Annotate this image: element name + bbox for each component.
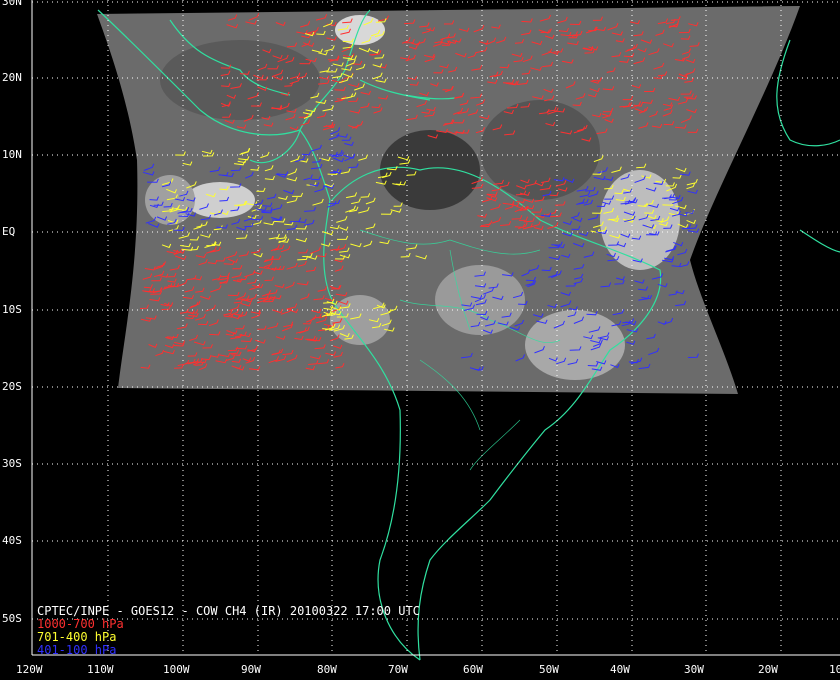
lon-label-20w: 20W xyxy=(758,663,778,676)
lat-label-40s: 40S xyxy=(2,534,22,547)
lon-label-30w: 30W xyxy=(684,663,704,676)
lon-label-40w: 40W xyxy=(610,663,630,676)
lon-label-60w: 60W xyxy=(463,663,483,676)
lat-label-20s: 20S xyxy=(2,380,22,393)
lon-label-70w: 70W xyxy=(388,663,408,676)
satellite-wind-map xyxy=(0,0,840,680)
lon-label-90w: 90W xyxy=(241,663,261,676)
lon-label-120w: 120W xyxy=(16,663,43,676)
lat-label-30n: 30N xyxy=(2,0,22,8)
legend-low-level: 1000-700 hPa xyxy=(37,617,124,631)
map-title: CPTEC/INPE - GOES12 - COW CH4 (IR) 20100… xyxy=(37,604,420,618)
lat-label-50s: 50S xyxy=(2,612,22,625)
lat-label-10s: 10S xyxy=(2,303,22,316)
legend-high-level: 401-100 hPa xyxy=(37,643,117,657)
lon-label-110w: 110W xyxy=(87,663,114,676)
lat-label-eq: EQ xyxy=(2,225,16,238)
lat-label-20n: 20N xyxy=(2,71,22,84)
lon-label-10: 10 xyxy=(829,663,840,676)
lon-label-50w: 50W xyxy=(539,663,559,676)
lon-label-100w: 100W xyxy=(163,663,190,676)
lon-label-80w: 80W xyxy=(317,663,337,676)
lat-label-10n: 10N xyxy=(2,148,22,161)
lat-label-30s: 30S xyxy=(2,457,22,470)
legend-mid-level: 701-400 hPa xyxy=(37,630,117,644)
